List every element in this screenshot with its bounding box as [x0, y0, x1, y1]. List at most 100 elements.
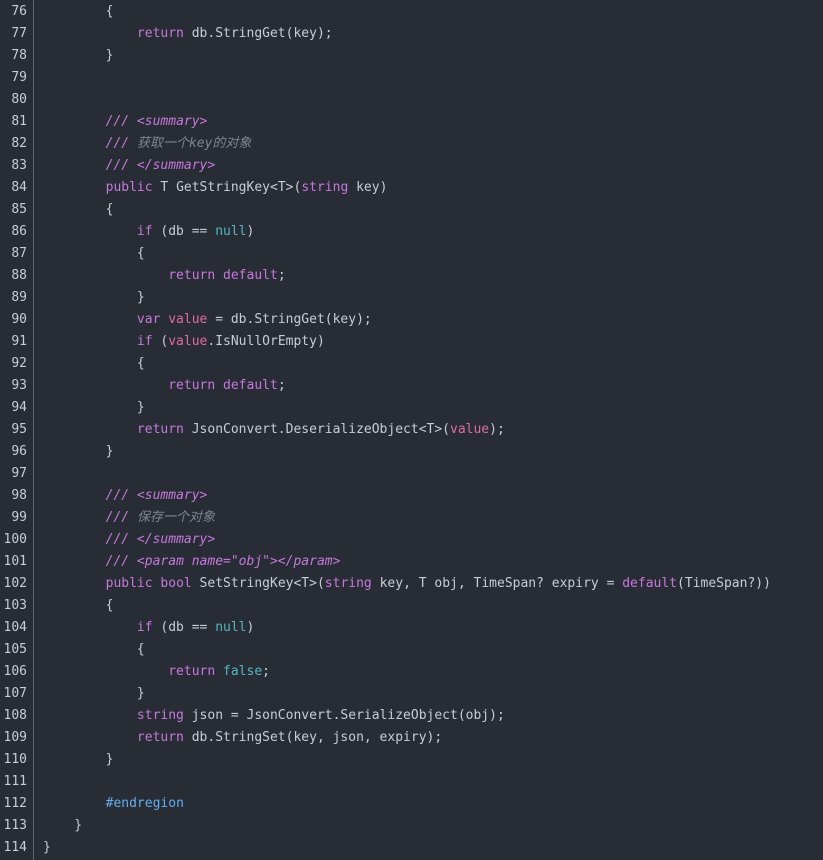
code-line[interactable]: 107 } [0, 683, 823, 705]
code-token: SetStringKey<T>( [191, 576, 325, 591]
line-number: 98 [11, 488, 27, 503]
code-line[interactable]: 80 [0, 89, 823, 111]
line-content: var value = db.StringGet(key); [43, 309, 372, 331]
code-token: (db == [152, 224, 216, 239]
line-number: 104 [3, 620, 27, 635]
code-line[interactable]: 103 { [0, 595, 823, 617]
line-content: } [43, 749, 114, 771]
code-line[interactable]: 81 /// <summary> [0, 111, 823, 133]
code-line[interactable]: 114} [0, 837, 823, 859]
line-number: 107 [3, 686, 27, 701]
code-line[interactable]: 111 [0, 771, 823, 793]
code-token: = db.StringGet(key); [207, 312, 372, 327]
code-line[interactable]: 82 /// 获取一个key的对象 [0, 133, 823, 155]
code-line[interactable]: 76 { [0, 1, 823, 23]
line-content: { [43, 199, 114, 221]
code-line[interactable]: 88 return default; [0, 265, 823, 287]
line-content: public T GetStringKey<T>(string key) [43, 177, 388, 199]
code-token: value [168, 334, 208, 349]
line-content: return default; [43, 375, 285, 397]
code-editor[interactable]: 76 {77 return db.StringGet(key); 78 } 79 80… [0, 0, 823, 860]
code-line[interactable]: 90 var value = db.StringGet(key); [0, 309, 823, 331]
code-token: string [136, 708, 184, 723]
line-number: 106 [3, 664, 27, 679]
code-line[interactable]: 104 if (db == null) [0, 617, 823, 639]
code-line[interactable]: 94 } [0, 397, 823, 419]
line-content: /// </summary> [43, 529, 216, 551]
line-number: 102 [3, 576, 27, 591]
code-line[interactable]: 95 return JsonConvert.DeserializeObject<… [0, 419, 823, 441]
code-token: json = JsonConvert.SerializeObject(obj); [183, 708, 505, 723]
line-content: string json = JsonConvert.SerializeObjec… [43, 705, 505, 727]
line-content: /// </summary> [43, 155, 216, 177]
code-line[interactable]: 85 { [0, 199, 823, 221]
code-line[interactable]: 100 /// </summary> [0, 529, 823, 551]
code-area[interactable]: 76 {77 return db.StringGet(key); 78 } 79 80… [0, 1, 823, 859]
line-number: 95 [11, 422, 27, 437]
code-line[interactable]: 108 string json = JsonConvert.SerializeO… [0, 705, 823, 727]
code-line[interactable]: 105 { [0, 639, 823, 661]
code-line[interactable]: 92 { [0, 353, 823, 375]
code-line[interactable]: 87 { [0, 243, 823, 265]
code-token: public [105, 576, 153, 591]
code-line[interactable]: 106 return false; [0, 661, 823, 683]
code-token: } [43, 444, 114, 459]
code-line[interactable]: 78 } [0, 45, 823, 67]
code-token: /// </summary> [105, 532, 216, 547]
line-content: #endregion [43, 793, 184, 815]
code-line[interactable]: 110 } [0, 749, 823, 771]
code-token: return [136, 422, 184, 437]
code-token: false [223, 664, 263, 679]
code-token: /// [105, 136, 137, 151]
line-number: 97 [11, 466, 27, 481]
code-line[interactable]: 86 if (db == null) [0, 221, 823, 243]
code-line[interactable]: 113 } [0, 815, 823, 837]
line-content: } [43, 45, 114, 67]
code-line[interactable]: 89 } [0, 287, 823, 309]
code-token: ); [489, 422, 505, 437]
code-line[interactable]: 83 /// </summary> [0, 155, 823, 177]
code-line[interactable]: 77 return db.StringGet(key); [0, 23, 823, 45]
code-line[interactable]: 112 #endregion [0, 793, 823, 815]
code-token: if [136, 620, 153, 635]
code-line[interactable]: 109 return db.StringSet(key, json, expir… [0, 727, 823, 749]
code-token: { [43, 642, 145, 657]
code-line[interactable]: 99 /// 保存一个对象 [0, 507, 823, 529]
code-line[interactable]: 97 [0, 463, 823, 485]
code-token: T GetStringKey<T>( [152, 180, 302, 195]
line-content: /// <summary> [43, 111, 208, 133]
line-number: 83 [11, 158, 27, 173]
code-line[interactable]: 93 return default; [0, 375, 823, 397]
code-token: } [43, 686, 145, 701]
code-line[interactable]: 102 public bool SetStringKey<T>(string k… [0, 573, 823, 595]
code-line[interactable]: 98 /// <summary> [0, 485, 823, 507]
code-line[interactable]: 101 /// <param name="obj"></param> [0, 551, 823, 573]
line-content: { [43, 1, 114, 23]
line-content: public bool SetStringKey<T>(string key, … [43, 573, 771, 595]
code-line[interactable]: 84 public T GetStringKey<T>(string key) [0, 177, 823, 199]
code-line[interactable]: 96 } [0, 441, 823, 463]
code-token: { [43, 598, 114, 613]
line-number: 100 [3, 532, 27, 547]
code-token: } [43, 818, 83, 833]
code-token: null [215, 620, 247, 635]
line-number: 109 [3, 730, 27, 745]
line-number: 82 [11, 136, 27, 151]
code-line[interactable]: 79 [0, 67, 823, 89]
code-token: .IsNullOrEmpty) [207, 334, 325, 349]
line-number: 87 [11, 246, 27, 261]
code-line[interactable]: 91 if (value.IsNullOrEmpty) [0, 331, 823, 353]
line-content: return JsonConvert.DeserializeObject<T>(… [43, 419, 505, 441]
code-token: { [43, 246, 145, 261]
